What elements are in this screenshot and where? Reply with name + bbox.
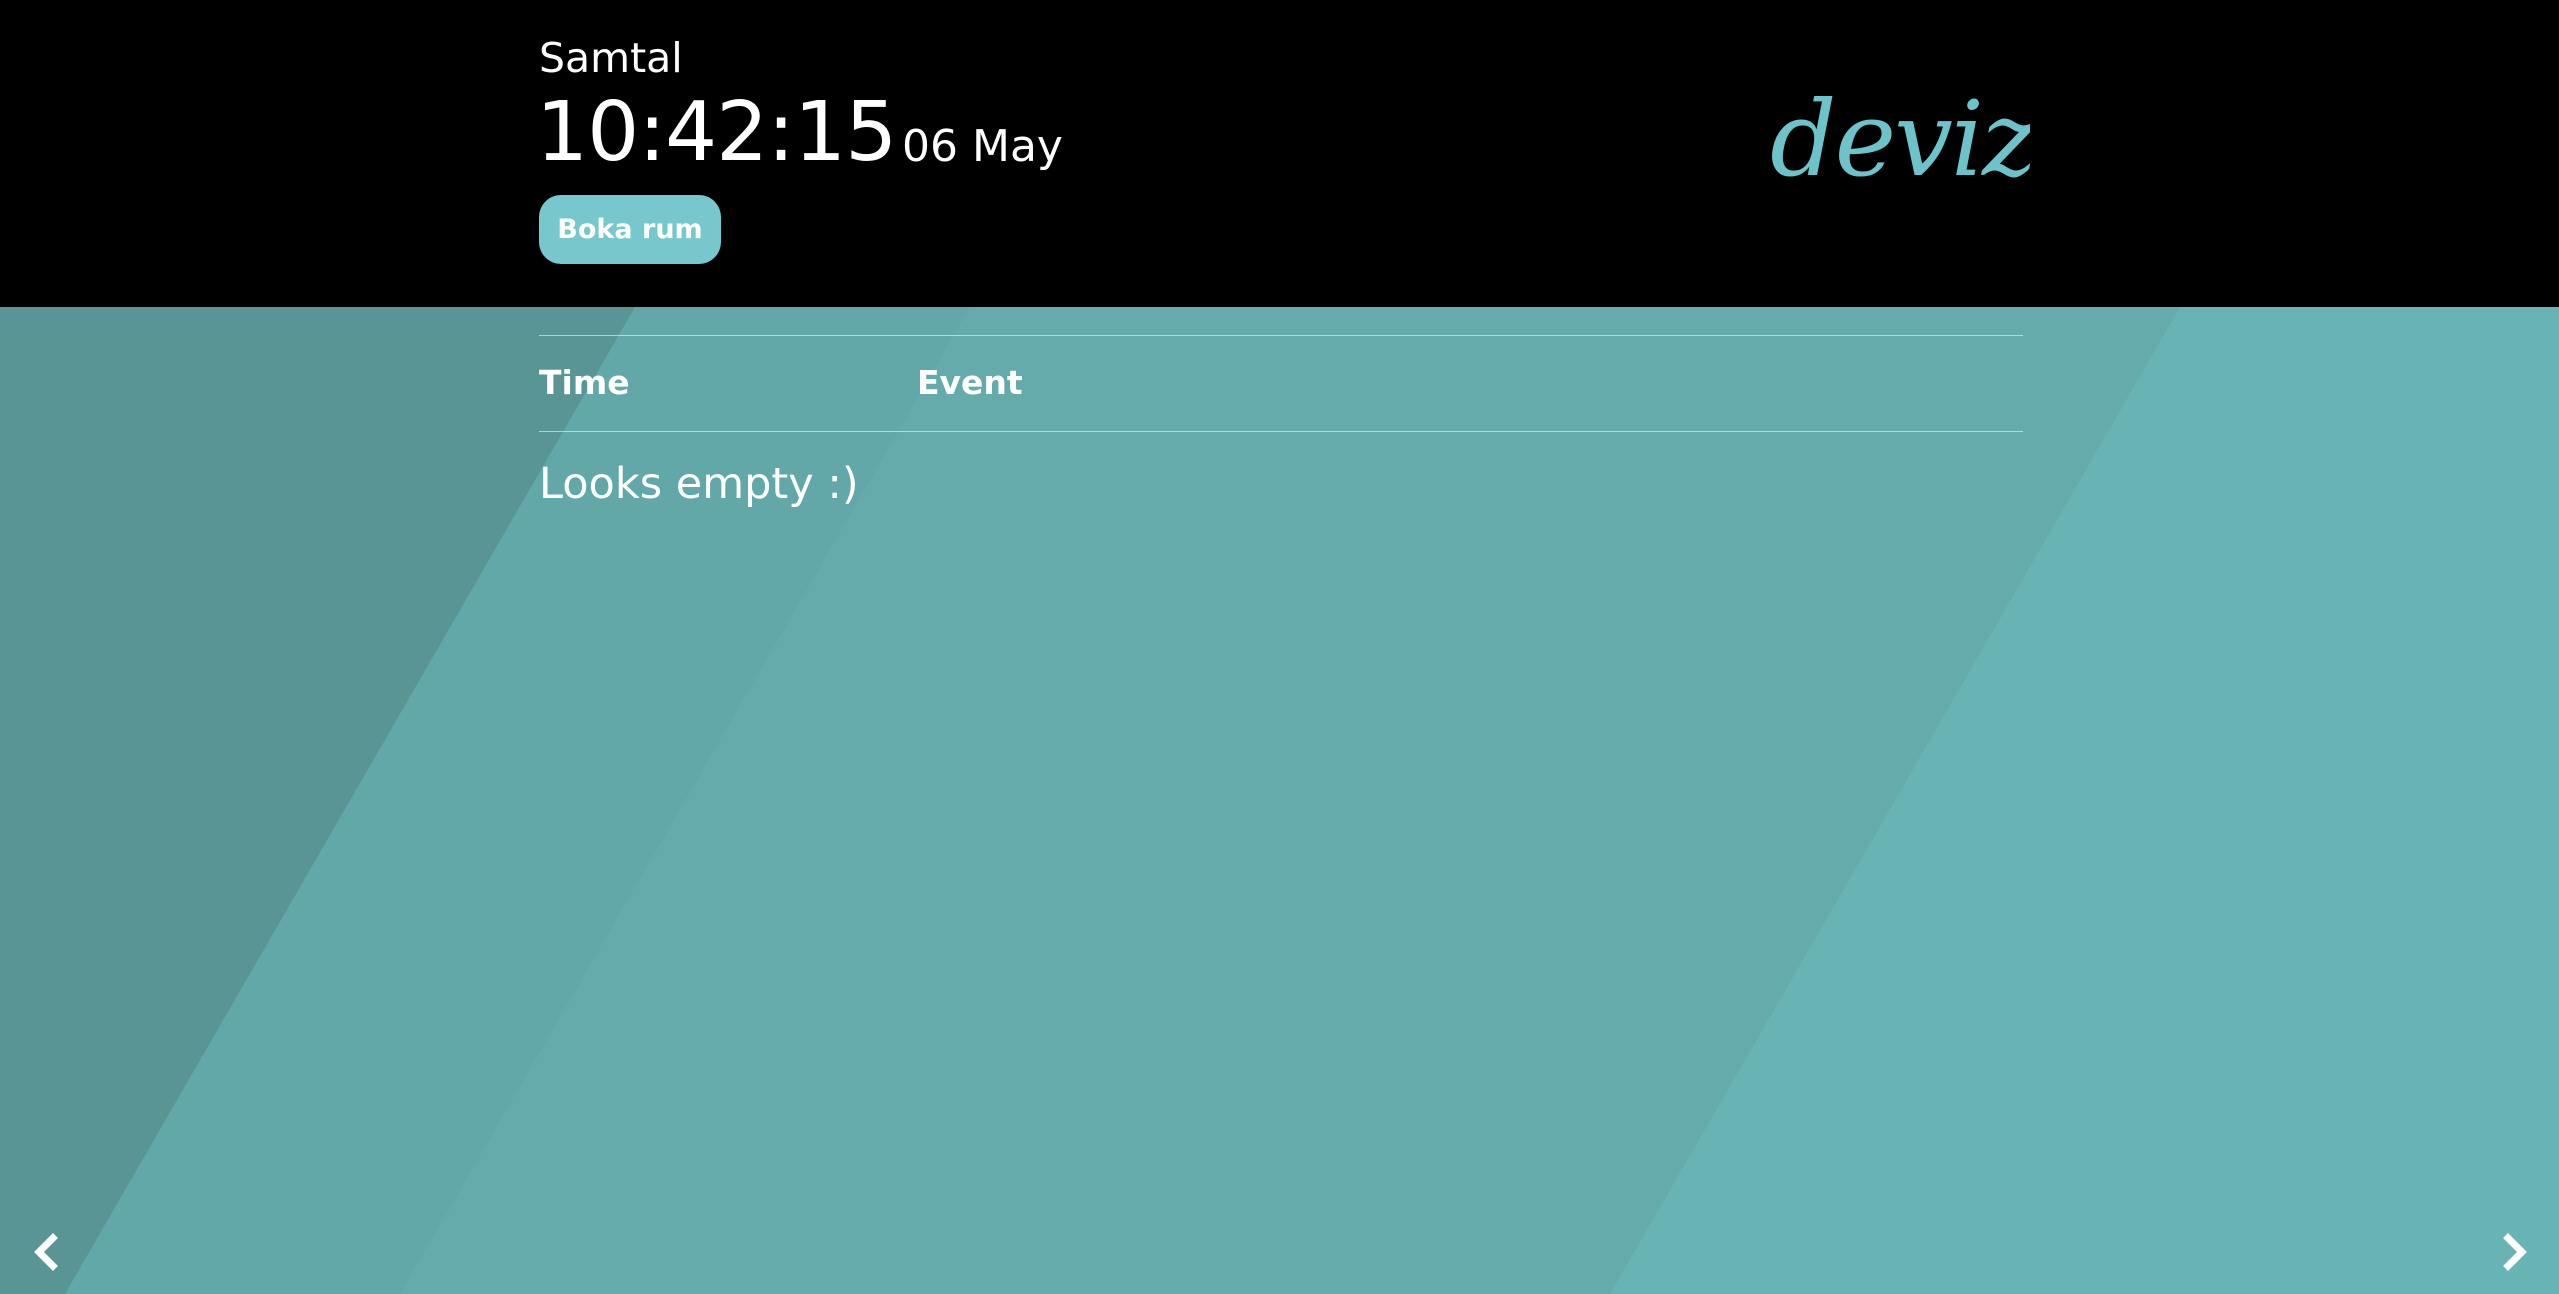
table-top-divider [539,335,2023,336]
logo-text: devize [1770,95,2030,200]
room-name: Samtal [539,34,683,82]
page: Samtal 10:42:15 06 May Boka rum devize T… [0,0,2559,1294]
table-header-divider [539,431,2023,432]
header-bar: Samtal 10:42:15 06 May Boka rum devize [0,0,2559,307]
column-header-event: Event [917,363,1023,402]
book-room-button[interactable]: Boka rum [539,195,721,264]
chevron-left-icon [34,1233,58,1271]
empty-schedule-message: Looks empty :) [539,459,859,509]
next-page-button[interactable] [2494,1232,2534,1272]
current-time: 10:42:15 [536,85,897,180]
chevron-right-icon [2503,1233,2527,1271]
current-date: 06 May [902,121,1063,172]
previous-page-button[interactable] [27,1232,67,1272]
devize-logo: devize [1770,95,2030,200]
column-header-time: Time [539,363,630,402]
